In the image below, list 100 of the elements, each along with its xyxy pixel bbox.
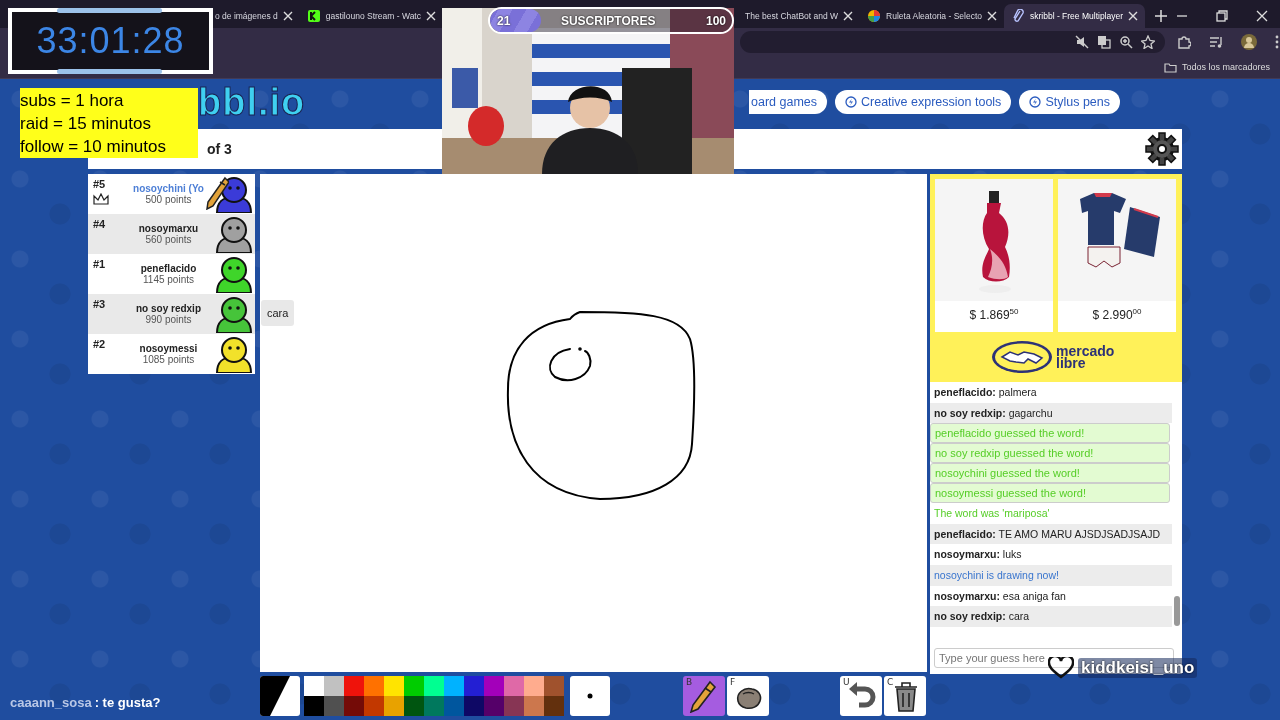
shortcut-key: C [887,677,894,687]
zoom-icon[interactable] [1119,35,1133,49]
paperclip-icon [1011,9,1025,23]
color-swatch[interactable] [464,676,484,696]
nav-link[interactable]: Stylus pens [1019,90,1120,114]
close-icon[interactable] [1256,10,1268,22]
color-swatch[interactable] [304,676,324,696]
color-swatch[interactable] [364,676,384,696]
handshake-logo-icon [990,339,1054,375]
player-name: nosoymessi [139,343,198,354]
color-swatch[interactable] [444,696,464,716]
lightning-icon [1029,96,1042,108]
color-swatch[interactable] [464,696,484,716]
chat-message: nosoymessi guessed the word! [930,483,1170,504]
player-name: peneflacido [140,263,197,274]
color-wheel-icon [867,9,882,23]
player-rank: #3 [93,298,107,310]
muted-speaker-icon[interactable] [1075,35,1089,49]
color-swatch[interactable] [364,696,384,716]
brush-size-button[interactable] [570,676,610,716]
nav-link[interactable]: oard games [749,90,827,114]
color-swatch[interactable] [424,676,444,696]
ad-banner[interactable]: $ 1.869$^{50}$ $ 2.990$^{00}$ mercado libre [930,174,1182,382]
color-swatch[interactable] [344,696,364,716]
scrollbar-thumb[interactable] [1174,596,1180,626]
tab-title: Ruleta Aleatoria - Selecto [886,11,982,21]
lightning-icon [845,96,857,108]
nav-link[interactable]: Creative expression tools [835,90,1012,114]
settings-icon[interactable] [1145,132,1179,166]
tool-button[interactable]: C [884,676,926,716]
color-swatch[interactable] [384,696,404,716]
close-icon[interactable] [1128,11,1139,21]
color-swatch[interactable] [404,696,424,716]
color-swatch[interactable] [324,676,344,696]
color-swatch[interactable] [484,676,504,696]
media-list-icon[interactable] [1209,35,1223,49]
browser-tab[interactable]: The best ChatBot and W [741,4,861,28]
product-card[interactable]: $ 1.869$^{50}$ [935,179,1053,332]
countdown-timer: 33:01:28 [36,20,185,62]
restore-icon[interactable] [1216,10,1228,22]
tab-title: skribbl - Free Multiplayer [1030,11,1124,21]
goal-line: follow = 10 minutos [20,135,167,158]
goal-line: subs = 1 hora [20,89,125,112]
bookmarks-folder[interactable]: Todos los marcadores [1163,61,1270,73]
color-swatch[interactable] [384,676,404,696]
chat-message: no soy redxip: cara [930,606,1172,627]
browser-tab[interactable]: gastilouno Stream - Watc [299,4,443,28]
player-rank: #5 [93,178,107,190]
player-name: no soy redxip [136,303,201,314]
chat-text: : te gusta? [94,695,161,710]
goal-current: 21 [497,13,511,28]
color-swatch[interactable] [404,676,424,696]
new-tab-icon[interactable] [1155,10,1168,22]
product-price: $ 1.869$^{50}$ [969,307,1019,322]
player-rank: #1 [93,258,107,270]
tab-title: The best ChatBot and W [745,11,839,21]
browser-tab[interactable]: o de imágenes d [215,4,300,28]
current-color-swatch[interactable] [260,676,300,716]
color-swatch[interactable] [304,696,324,716]
player-points: 560 points [145,234,192,245]
color-swatch[interactable] [524,676,544,696]
shortcut-key: F [730,677,736,687]
color-swatch[interactable] [344,676,364,696]
player-points: 1145 points [143,274,194,285]
profile-avatar-icon[interactable] [1241,34,1257,50]
color-swatch[interactable] [444,676,464,696]
address-bar[interactable] [740,31,1165,53]
color-swatch[interactable] [544,696,564,716]
color-swatch[interactable] [324,696,344,716]
browser-tab[interactable]: skribbl - Free Multiplayer [1004,4,1146,28]
close-icon[interactable] [843,11,854,21]
star-icon[interactable] [1141,35,1155,49]
goal-label: SUSCRIPTORES [560,13,656,28]
tab-logo-icon [306,9,321,23]
goal-line: raid = 15 minutos [20,112,152,135]
bookmark-label: Todos los marcadores [1181,62,1270,72]
translate-icon[interactable] [1097,35,1111,49]
color-swatch[interactable] [424,696,444,716]
color-swatch[interactable] [544,676,564,696]
player-rank: #2 [93,338,107,350]
browser-tab[interactable]: Ruleta Aleatoria - Selecto [860,4,1004,28]
close-icon[interactable] [426,11,436,21]
tool-button[interactable]: F [727,676,769,716]
puzzle-piece-icon[interactable] [1177,35,1191,49]
color-swatch[interactable] [504,696,524,716]
tab-title: o de imágenes d [215,11,278,21]
chat-message: no soy redxip: gagarchu [930,402,1172,424]
tool-button[interactable]: U [840,676,882,716]
color-swatch[interactable] [484,696,504,716]
color-swatch[interactable] [504,676,524,696]
close-icon[interactable] [987,11,997,21]
brand-name: mercado libre [1056,345,1116,369]
color-swatch[interactable] [524,696,544,716]
menu-icon[interactable] [1275,35,1279,49]
site-logo[interactable]: bbl.io [198,87,306,117]
close-icon[interactable] [282,11,293,21]
chat-message: no soy redxip guessed the word! [930,443,1170,464]
product-card[interactable]: $ 2.990$^{00}$ [1058,179,1176,332]
heart-icon [1048,657,1074,679]
player-name: nosoymarxu [138,223,199,234]
